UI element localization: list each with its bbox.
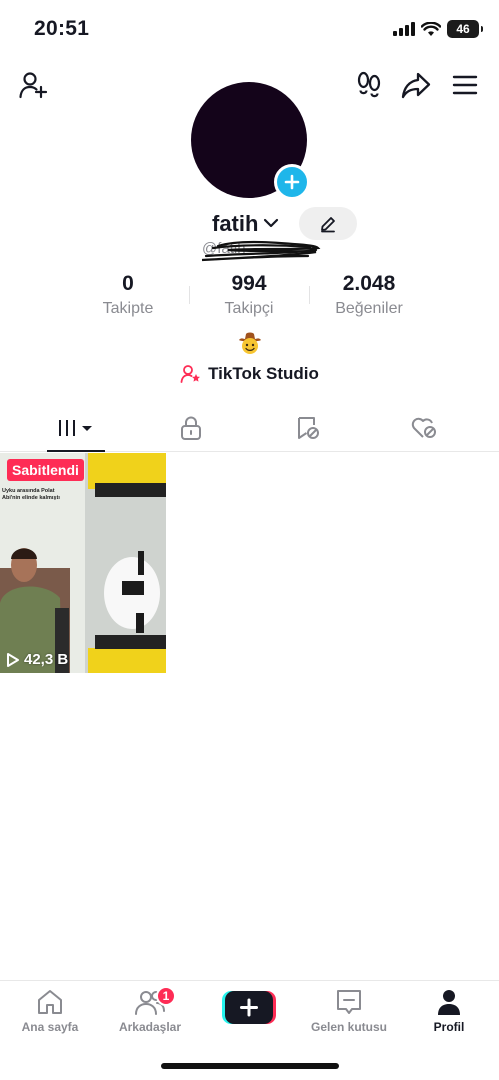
play-icon (7, 652, 19, 667)
active-tab-indicator (47, 450, 105, 452)
status-bar: 20:51 46 (0, 0, 499, 60)
create-icon (222, 991, 276, 1024)
studio-user-star-icon (180, 365, 201, 383)
followers-label: Takipçi (224, 300, 274, 317)
video-caption-line: Abi'nin elinde kalmıştı (2, 495, 60, 501)
share-icon (401, 72, 431, 99)
create-button[interactable] (222, 991, 276, 1024)
signal-icon (393, 22, 415, 36)
view-count: 42,3 B (6, 651, 68, 668)
home-indicator (161, 1063, 339, 1069)
following-label: Takipte (102, 300, 154, 317)
tab-saved[interactable] (250, 404, 366, 452)
likes-label: Beğeniler (335, 300, 403, 317)
video-thumbnail-image (0, 453, 166, 673)
profile-stats: 0 Takipte 994 Takipçi 2.048 Beğeniler (0, 272, 499, 322)
status-icons: 46 (393, 20, 483, 38)
chevron-down-icon[interactable] (262, 217, 280, 229)
friends-notification-badge: 1 (156, 986, 176, 1006)
nav-inbox-label: Gelen kutusu (310, 1020, 387, 1034)
bio-emoji (237, 330, 263, 356)
add-user-icon (19, 72, 48, 99)
liked-icon (411, 417, 436, 438)
share-profile-button[interactable] (399, 68, 433, 102)
bookmark-icon (298, 417, 319, 439)
battery-level: 46 (456, 22, 470, 36)
battery-icon: 46 (447, 20, 483, 38)
tiktok-studio-link[interactable]: TikTok Studio (0, 364, 499, 384)
add-friend-button[interactable] (16, 68, 50, 102)
username[interactable]: fatih (212, 211, 258, 237)
tab-liked[interactable] (366, 404, 482, 452)
tab-private[interactable] (133, 404, 249, 452)
following-count: 0 (122, 272, 134, 295)
nav-friends-label: Arkadaşlar (118, 1020, 182, 1034)
tab-videos[interactable] (18, 404, 134, 452)
user-handle: @fatih (198, 236, 328, 268)
nav-friends[interactable]: 1 Arkadaşlar (100, 986, 200, 1038)
nav-home[interactable]: Ana sayfa (0, 988, 100, 1038)
wifi-icon (421, 21, 441, 36)
profile-icon (438, 990, 460, 1015)
pinned-badge: Sabitlendi (7, 459, 84, 481)
plus-icon (284, 174, 300, 190)
video-caption-line: Uyku arasında Polat (2, 488, 55, 494)
inbox-icon (337, 990, 361, 1014)
footprints-button[interactable] (352, 68, 386, 102)
followers-stat[interactable]: 994 Takipçi (189, 272, 309, 318)
nav-profile-label: Profil (433, 1020, 465, 1034)
video-caption: Uyku arasında Polat Abi'nin elinde kalmı… (2, 488, 72, 502)
content-tabs (0, 404, 499, 452)
studio-label: TikTok Studio (208, 364, 319, 383)
video-thumbnail[interactable]: Sabitlendi Uyku arasında Polat Abi'nin e… (0, 453, 166, 673)
cowboy-emoji-icon (239, 332, 261, 354)
footprints-icon (357, 71, 381, 98)
add-story-button[interactable] (274, 164, 310, 200)
nav-inbox[interactable]: Gelen kutusu (299, 988, 399, 1038)
pencil-icon (321, 216, 335, 232)
likes-stat[interactable]: 2.048 Beğeniler (309, 272, 429, 318)
grid-icon (59, 420, 92, 436)
nav-home-label: Ana sayfa (21, 1020, 79, 1034)
home-icon (38, 990, 62, 1014)
nav-profile[interactable]: Profil (399, 988, 499, 1038)
lock-icon (181, 416, 201, 440)
menu-button[interactable] (448, 68, 482, 102)
redaction-scribble (201, 240, 321, 262)
following-stat[interactable]: 0 Takipte (68, 272, 188, 318)
status-time: 20:51 (34, 17, 90, 40)
followers-count: 994 (231, 272, 267, 295)
hamburger-menu-icon (452, 75, 478, 95)
view-count-value: 42,3 B (24, 651, 69, 668)
likes-count: 2.048 (342, 272, 396, 295)
